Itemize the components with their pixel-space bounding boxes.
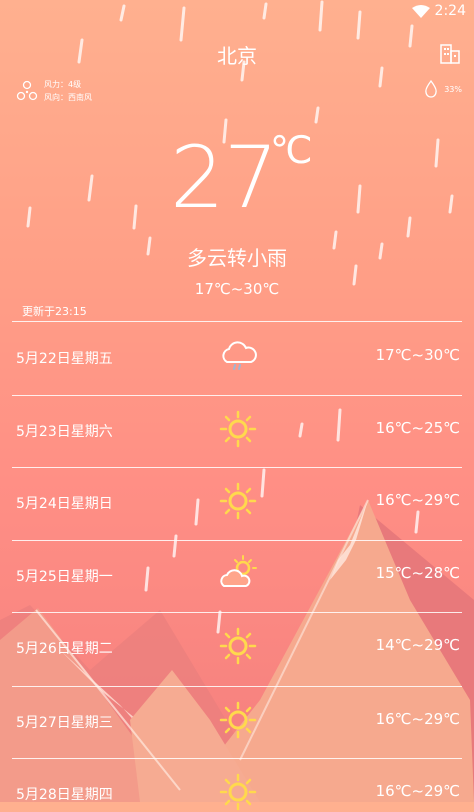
- forecast-range: 16℃~25℃: [375, 419, 460, 437]
- wind-force: 风力：4级: [44, 80, 82, 89]
- current-temperature: 27: [170, 128, 278, 228]
- humidity-value: 33%: [444, 84, 462, 94]
- status-bar: 2:24: [0, 0, 474, 24]
- forecast-date: 5月27日星期三: [16, 715, 113, 731]
- forecast-row[interactable]: 5月22日星期五 17℃~30℃: [0, 322, 474, 395]
- wifi-icon: [412, 5, 430, 18]
- sun-icon: [219, 482, 257, 520]
- forecast-row[interactable]: 5月24日星期日 16℃~29℃: [0, 467, 474, 540]
- sun-icon: [219, 627, 257, 665]
- sun-icon: [219, 410, 257, 448]
- forecast-row[interactable]: 5月27日星期三 16℃~29℃: [0, 686, 474, 759]
- sun-icon: [219, 701, 257, 739]
- forecast-date: 5月23日星期六: [16, 424, 113, 440]
- humidity-drop-icon: [425, 80, 438, 98]
- sun-icon: [219, 773, 257, 811]
- forecast-date: 5月26日星期二: [16, 641, 113, 657]
- wind-icon: [16, 80, 38, 101]
- wind-direction: 风向：西南风: [44, 93, 92, 102]
- forecast-row[interactable]: 5月23日星期六 16℃~25℃: [0, 395, 474, 468]
- cloud-rain-icon: [222, 341, 257, 370]
- forecast-range: 14℃~29℃: [375, 636, 460, 654]
- forecast-range: 17℃~30℃: [375, 346, 460, 364]
- status-time: 2:24: [434, 3, 466, 19]
- forecast-row[interactable]: 5月26日星期二 14℃~29℃: [0, 612, 474, 685]
- forecast-range: 16℃~29℃: [375, 710, 460, 728]
- forecast-range: 16℃~29℃: [375, 491, 460, 509]
- forecast-date: 5月22日星期五: [16, 351, 113, 367]
- forecast-range: 15℃~28℃: [375, 564, 460, 582]
- forecast-date: 5月28日星期四: [16, 787, 113, 803]
- partly-cloudy-icon: [220, 555, 257, 587]
- forecast-date: 5月24日星期日: [16, 496, 113, 512]
- forecast-date: 5月25日星期一: [16, 569, 113, 585]
- temperature-unit: ℃: [270, 128, 313, 172]
- forecast-row[interactable]: 5月28日星期四 16℃~29℃: [0, 758, 474, 811]
- today-temp-range: 17℃~30℃: [194, 280, 280, 298]
- wind-text: 风力：4级 风向：西南风: [44, 78, 92, 104]
- update-time: 更新于23:15: [22, 305, 87, 318]
- city-name[interactable]: 北京: [0, 40, 474, 69]
- forecast-row[interactable]: 5月25日星期一 15℃~28℃: [0, 540, 474, 613]
- forecast-range: 16℃~29℃: [375, 782, 460, 800]
- weather-condition: 多云转小雨: [187, 246, 287, 270]
- humidity-info: 33%: [424, 80, 462, 98]
- wind-info: 风力：4级 风向：西南风: [16, 78, 92, 104]
- building-icon[interactable]: [440, 42, 460, 64]
